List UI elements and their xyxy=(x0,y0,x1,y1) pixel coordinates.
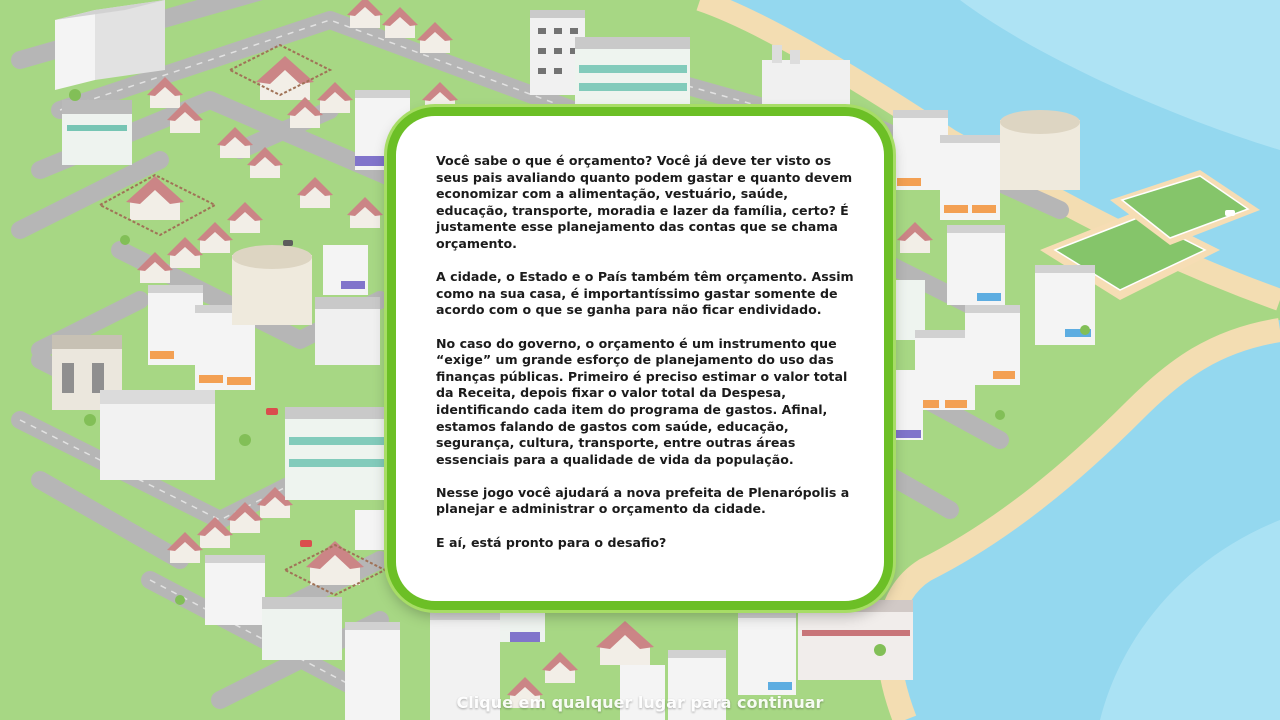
intro-paragraph-1: Você sabe o que é orçamento? Você já dev… xyxy=(436,153,853,251)
intro-paragraph-2: A cidade, o Estado e o País também têm o… xyxy=(436,269,854,318)
intro-dialog: Você sabe o que é orçamento? Você já dev… xyxy=(387,107,893,610)
continue-hint[interactable]: Clique em qualquer lugar para continuar xyxy=(0,693,1280,712)
intro-paragraph-4: Nesse jogo você ajudará a nova prefeita … xyxy=(436,484,850,517)
intro-paragraph-3: No caso do governo, o orçamento é um ins… xyxy=(436,335,848,467)
intro-paragraph-5: E aí, está pronto para o desafio? xyxy=(436,534,667,550)
intro-text: Você sabe o que é orçamento? Você já dev… xyxy=(436,153,856,568)
